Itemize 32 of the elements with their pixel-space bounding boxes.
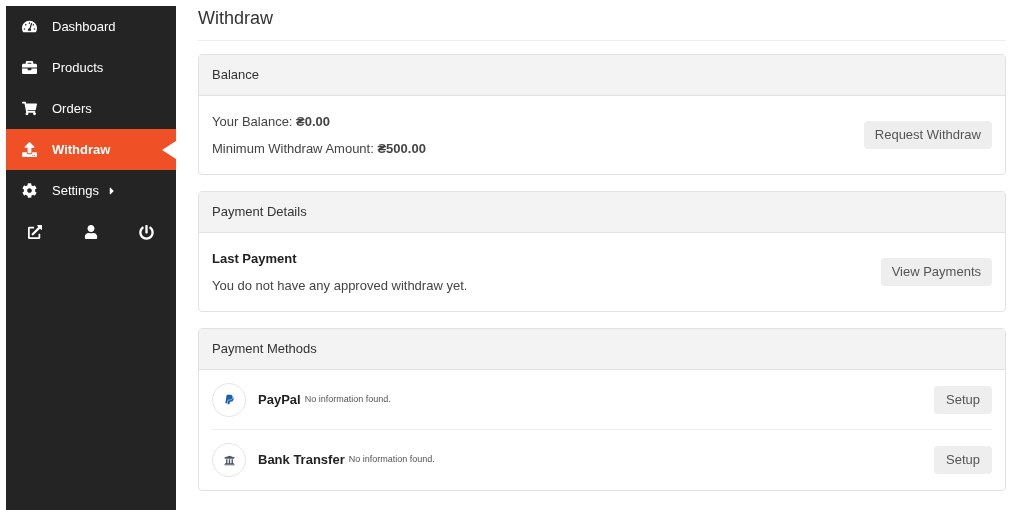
upload-icon	[22, 142, 37, 157]
briefcase-icon	[22, 60, 37, 75]
last-payment-text: You do not have any approved withdraw yet.	[212, 277, 468, 295]
setup-button[interactable]: Setup	[934, 446, 992, 474]
card-title: Payment Details	[212, 203, 307, 222]
card-title: Balance	[212, 66, 259, 85]
sidebar-item[interactable]: Products	[6, 47, 176, 88]
request-withdraw-button[interactable]: Request Withdraw	[863, 121, 992, 149]
balance-text: Your Balance: ₴0.00	[212, 112, 332, 131]
power-icon[interactable]	[139, 224, 154, 240]
sidebar-item[interactable]: Withdraw	[6, 129, 176, 170]
method-name: Bank Transfer	[258, 451, 345, 470]
bank-icon	[223, 454, 235, 466]
method-status: No information found.	[348, 453, 435, 467]
page-title: Withdraw	[198, 6, 273, 30]
view-payments-button[interactable]: View Payments	[880, 258, 992, 286]
cart-icon	[22, 101, 37, 116]
card-title: Payment Methods	[212, 340, 317, 359]
balance-text: Minimum Withdraw Amount: ₴500.00	[212, 140, 426, 158]
settings-icon	[22, 183, 37, 198]
user-icon[interactable]	[83, 225, 98, 239]
external-link-icon[interactable]	[28, 225, 42, 239]
paypal-icon	[223, 394, 235, 405]
sidebar-item[interactable]: Orders	[6, 88, 176, 129]
sidebar-item[interactable]: Settings	[6, 170, 176, 211]
last-payment-heading: Last Payment	[212, 249, 298, 268]
active-pointer	[162, 141, 176, 159]
gauge-icon	[22, 19, 37, 34]
setup-button[interactable]: Setup	[934, 385, 992, 414]
sidebar-item[interactable]: Dashboard	[6, 6, 176, 47]
method-status: No information found.	[304, 392, 391, 406]
method-name: PayPal	[258, 390, 301, 409]
